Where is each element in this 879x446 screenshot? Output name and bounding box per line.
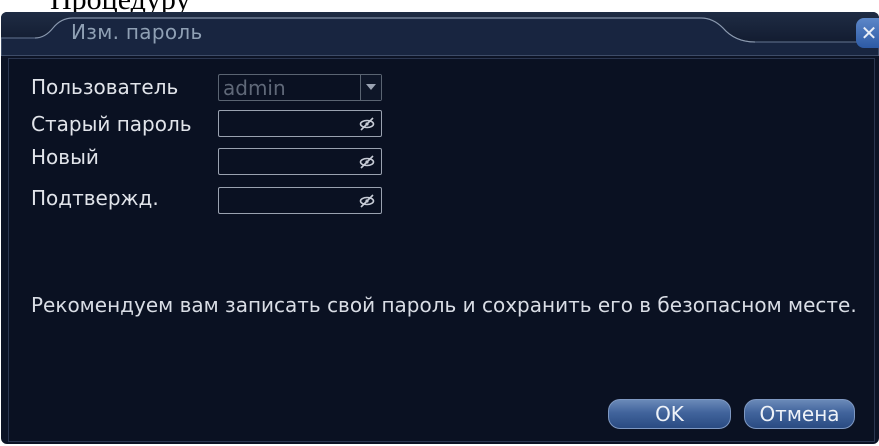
old-password-label: Старый пароль xyxy=(31,112,192,136)
new-password-field[interactable] xyxy=(218,148,382,175)
user-label: Пользователь xyxy=(31,75,179,99)
dialog-body: Пользователь admin Старый пароль Новый П… xyxy=(8,58,875,442)
eye-hidden-icon xyxy=(359,194,375,208)
change-password-dialog: Изм. пароль ✕ Пользователь admin Старый … xyxy=(1,12,879,444)
new-password-label: Новый xyxy=(31,145,99,169)
eye-hidden-icon xyxy=(359,155,375,169)
close-button[interactable]: ✕ xyxy=(856,18,879,48)
dialog-title: Изм. пароль xyxy=(71,20,203,44)
chevron-down-icon xyxy=(366,84,376,90)
user-select[interactable]: admin xyxy=(218,74,382,101)
password-recommendation-text: Рекомендуем вам записать свой пароль и с… xyxy=(31,293,857,317)
dropdown-button[interactable] xyxy=(360,75,381,100)
eye-hidden-icon xyxy=(359,117,375,131)
user-select-value: admin xyxy=(223,76,286,100)
confirm-password-field[interactable] xyxy=(218,187,382,214)
confirm-password-label: Подтвержд. xyxy=(31,186,159,210)
dialog-titlebar: Изм. пароль ✕ xyxy=(1,12,879,56)
close-icon: ✕ xyxy=(860,21,878,45)
ok-button[interactable]: OK xyxy=(608,399,731,429)
cancel-button[interactable]: Отмена xyxy=(744,399,855,429)
old-password-field[interactable] xyxy=(218,110,382,137)
